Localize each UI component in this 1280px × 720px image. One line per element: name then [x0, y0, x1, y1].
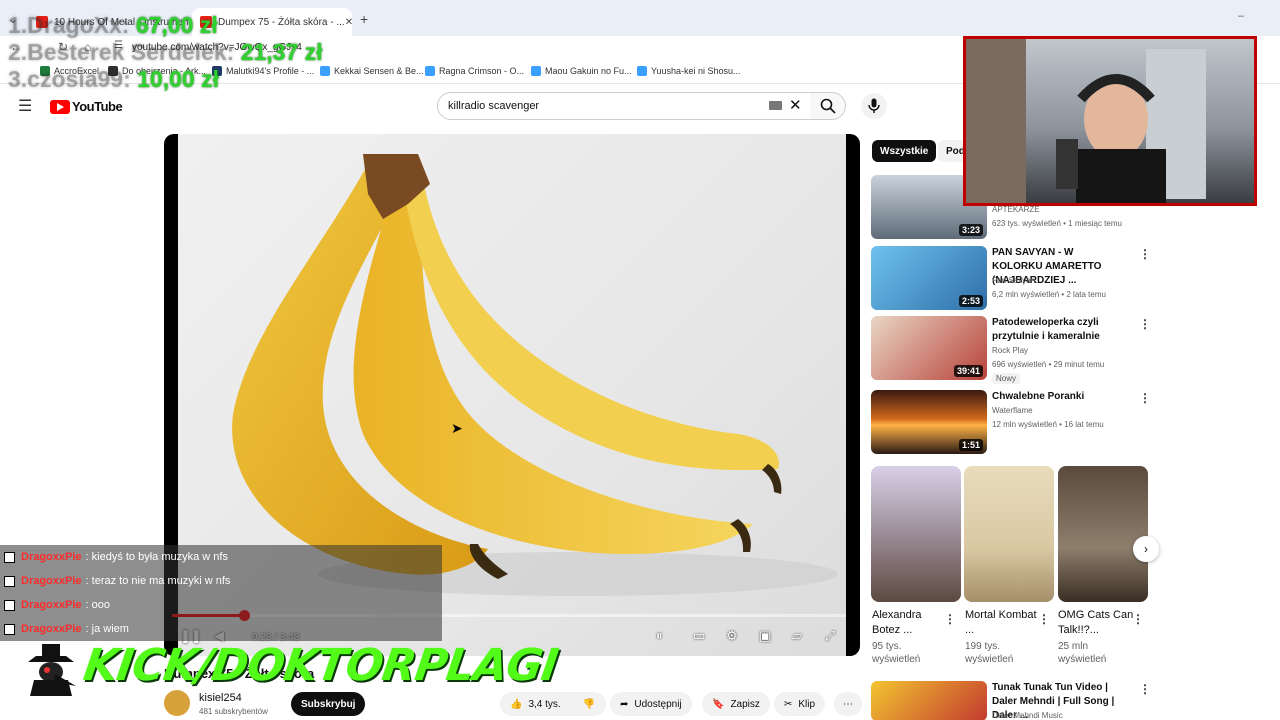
donation-entry: 3.czosia99: 10,00 zł: [8, 66, 219, 92]
channel-name[interactable]: kisiel254: [199, 692, 242, 704]
channel-name[interactable]: Rock Play: [992, 346, 1028, 355]
more-options-icon[interactable]: ⋮: [1139, 247, 1151, 261]
like-button[interactable]: 👍 3,4 tys.: [500, 692, 572, 716]
thumbs-up-icon: 👍: [510, 698, 523, 710]
bookmark-icon: [531, 66, 541, 76]
video-meta: 6,2 mln wyświetleń • 2 lata temu: [992, 290, 1106, 299]
bookmark-icon: [637, 66, 647, 76]
bookmark-icon: [425, 66, 435, 76]
user-badge-icon: [4, 599, 15, 611]
minimize-icon[interactable]: –: [1238, 10, 1244, 22]
youtube-logo[interactable]: YouTube: [50, 99, 123, 114]
chevron-right-icon[interactable]: ›: [1133, 536, 1159, 562]
search-icon: [820, 98, 836, 114]
chip-all[interactable]: Wszystkie: [872, 140, 937, 162]
video-thumbnail[interactable]: 39:41: [871, 316, 987, 380]
short-thumbnail[interactable]: [1058, 466, 1148, 602]
user-badge-icon: [4, 551, 15, 563]
miniplayer-icon[interactable]: ▣: [759, 628, 771, 644]
channel-avatar[interactable]: [164, 690, 190, 716]
autoplay-toggle[interactable]: ⏸: [656, 628, 663, 644]
more-options-icon[interactable]: ⋮: [1132, 612, 1144, 626]
duration-badge: 1:51: [958, 439, 983, 451]
more-options-icon[interactable]: ⋮: [1038, 612, 1050, 626]
video-meta: 696 wyświetleń • 29 minut temu: [992, 360, 1105, 369]
dislike-button[interactable]: 👎: [572, 692, 606, 716]
new-badge: Nowy: [992, 373, 1021, 384]
donation-entry: 1.DragoXx: 67,00 zł: [8, 12, 218, 38]
chat-message: DragoxxPie: kiedyś to była muzyka w nfs: [0, 545, 442, 569]
chat-message: DragoxxPie: ooo: [0, 593, 442, 617]
search-button[interactable]: [810, 92, 846, 120]
short-thumbnail[interactable]: [871, 466, 961, 602]
duration-badge: 39:41: [953, 365, 983, 377]
more-options-icon[interactable]: ⋮: [1139, 317, 1151, 331]
video-thumbnail[interactable]: 1:51: [871, 390, 987, 454]
video-thumbnail[interactable]: 2:53: [871, 246, 987, 310]
subscriber-count: 481 subskrybentów: [199, 707, 268, 716]
bookmark-item[interactable]: Ragna Crimson - O...: [425, 66, 524, 76]
channel-name[interactable]: APTEKARZE: [992, 205, 1040, 214]
youtube-play-icon: [50, 99, 70, 114]
video-thumbnail[interactable]: [871, 681, 987, 720]
chat-overlay: DragoxxPie: kiedyś to była muzyka w nfs …: [0, 545, 442, 641]
short-views: 25 mln wyświetleń: [1058, 641, 1107, 665]
user-badge-icon: [4, 623, 15, 635]
short-views: 95 tys. wyświetleń: [872, 641, 921, 665]
webcam-overlay: [963, 36, 1257, 206]
mouse-cursor-icon: ➤: [451, 420, 463, 436]
video-title[interactable]: Patodeweloperka czyli przytulnie i kamer…: [992, 316, 1122, 344]
voice-search-button[interactable]: [861, 93, 887, 119]
bookmark-icon: 🔖: [712, 698, 725, 710]
channel-name[interactable]: Waterflame: [992, 406, 1033, 415]
fullscreen-icon[interactable]: ⤢: [825, 628, 835, 644]
more-options-icon[interactable]: ⋮: [1139, 682, 1151, 696]
keyboard-icon[interactable]: [769, 101, 782, 110]
subscribe-button[interactable]: Subskrybuj: [291, 692, 366, 716]
bookmark-item[interactable]: Maou Gakuin no Fu...: [531, 66, 632, 76]
thumbs-down-icon: 👎: [582, 698, 596, 710]
short-title[interactable]: OMG Cats Can Talk!!?...: [1058, 608, 1138, 638]
scissors-icon: ✂: [784, 698, 793, 710]
short-title[interactable]: Mortal Kombat ...: [965, 608, 1045, 638]
donation-entry: 2.Besterek Serdelek: 21,37 zł: [8, 39, 323, 65]
duration-badge: 2:53: [958, 295, 983, 307]
more-actions-button[interactable]: ⋯: [834, 692, 862, 716]
clear-search-icon[interactable]: ✕: [789, 96, 802, 114]
channel-name[interactable]: Daler Mehndi Music: [992, 711, 1063, 720]
plague-doctor-icon: [28, 644, 76, 696]
cast-icon[interactable]: ▱: [792, 628, 802, 644]
subtitles-icon[interactable]: ▭: [693, 628, 705, 644]
settings-icon[interactable]: ⚙: [726, 628, 738, 644]
video-meta: 12 mln wyświetleń • 16 lat temu: [992, 420, 1104, 429]
video-meta: 623 tys. wyświetleń • 1 miesiąc temu: [992, 219, 1122, 228]
chat-message: DragoxxPie: teraz to nie ma muzyki w nfs: [0, 569, 442, 593]
new-tab-icon[interactable]: +: [360, 11, 368, 27]
bookmark-item[interactable]: Kekkai Sensen & Be...: [320, 66, 424, 76]
video-title[interactable]: Chwalebne Poranki: [992, 390, 1122, 404]
save-button[interactable]: 🔖 Zapisz: [702, 692, 770, 716]
share-icon: ➦: [620, 698, 629, 710]
chat-message: DragoxxPie: ja wiem: [0, 617, 442, 641]
channel-name[interactable]: Pan Savyan: [992, 276, 1035, 285]
short-thumbnail[interactable]: [964, 466, 1054, 602]
short-views: 199 tys. wyświetleń: [965, 641, 1014, 665]
more-options-icon[interactable]: ⋮: [1139, 391, 1151, 405]
clip-button[interactable]: ✂ Klip: [774, 692, 826, 716]
menu-icon[interactable]: ☰: [18, 96, 32, 116]
duration-badge: 3:23: [958, 224, 983, 236]
share-button[interactable]: ➦ Udostępnij: [610, 692, 692, 716]
user-badge-icon: [4, 575, 15, 587]
microphone-icon: [868, 98, 880, 113]
short-title[interactable]: Alexandra Botez ...: [872, 608, 952, 638]
kick-channel-banner: KICK/DOKTORPLAGI: [80, 640, 561, 691]
bookmark-item[interactable]: Yuusha-kei ni Shosu...: [637, 66, 741, 76]
close-tab-icon[interactable]: ✕: [345, 17, 352, 28]
donation-leaderboard: 1.DragoXx: 67,00 zł 2.Besterek Serdelek:…: [8, 12, 323, 93]
streamer-webcam-image: [966, 39, 1206, 203]
search-input[interactable]: [448, 100, 748, 112]
more-options-icon[interactable]: ⋮: [944, 612, 956, 626]
